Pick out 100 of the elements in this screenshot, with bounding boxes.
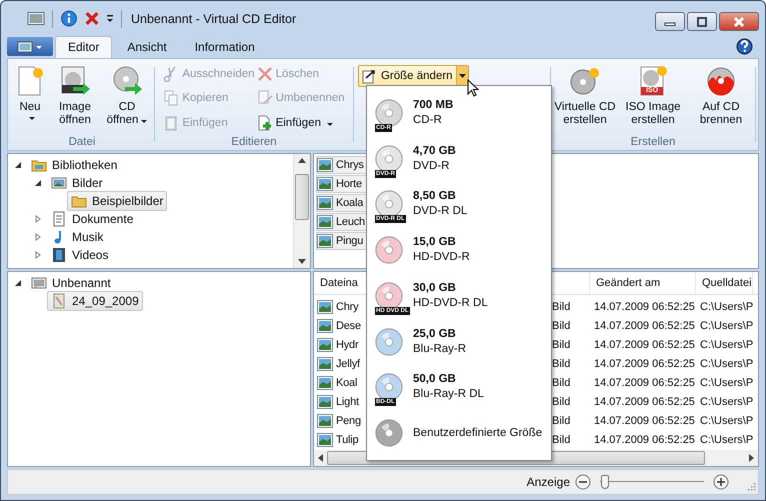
minimize-button[interactable] <box>655 12 685 31</box>
group-label: Editieren <box>231 136 277 148</box>
new-disc-icon <box>569 65 601 97</box>
menu-item[interactable]: 15,0 GB HD-DVD-R <box>367 227 551 273</box>
tree-item[interactable]: Bilder <box>47 173 107 193</box>
table-cell-text: Bild <box>552 414 572 426</box>
file-item[interactable]: Horte <box>316 175 367 193</box>
table-cell: Light <box>336 396 359 408</box>
expanded-arrow-icon[interactable] <box>14 161 22 169</box>
expanded-arrow-icon[interactable] <box>34 179 42 187</box>
table-cell-text: C:\Users\P <box>699 300 754 312</box>
table-cell-text: Bild <box>552 338 572 350</box>
open-image-icon <box>59 65 91 97</box>
burning-disc-icon <box>705 65 737 97</box>
zoom-in-icon[interactable] <box>713 474 729 490</box>
scroll-left-icon[interactable] <box>318 454 323 462</box>
delete-icon <box>256 66 273 82</box>
table-cell: Tulip <box>336 434 358 446</box>
table-cell: Dese <box>336 320 361 332</box>
table-cell: Jellyf <box>336 358 360 370</box>
scroll-up-icon[interactable] <box>298 158 306 163</box>
film-icon <box>51 247 67 263</box>
menu-item[interactable]: 25,0 GB Blu-Ray-R <box>367 318 551 364</box>
slider-thumb[interactable] <box>601 475 610 489</box>
delete-icon[interactable] <box>83 10 101 27</box>
ribbon-tab[interactable]: Editor <box>55 36 112 58</box>
image-file-icon <box>317 432 333 446</box>
group-label: Erstellen <box>630 136 676 148</box>
tree-item[interactable]: Musik <box>47 227 108 247</box>
app-icon <box>31 275 47 291</box>
ribbon-tab[interactable]: Information <box>182 36 268 58</box>
tree-item[interactable]: Videos <box>47 245 112 265</box>
table-cell-text: C:\Users\P <box>699 320 754 332</box>
copy-icon <box>163 90 180 106</box>
table-cell: Peng <box>336 414 361 426</box>
table-cell-text: C:\Users\P <box>699 396 754 408</box>
tree-item[interactable]: Unbenannt <box>27 273 115 293</box>
table-cell: Hydr <box>336 338 358 350</box>
tree-item[interactable]: Bibliotheken <box>27 155 122 175</box>
app-icon <box>17 40 43 52</box>
table-cell-text: 14.07.2009 06:52:25 <box>593 434 696 446</box>
table-cell-text: C:\Users\P <box>699 358 754 370</box>
table-cell-text: C:\Users\P <box>699 338 754 350</box>
table-cell-text: 14.07.2009 06:52:25 <box>593 414 696 426</box>
image-file-icon <box>317 318 333 332</box>
group-label: Datei <box>68 136 96 148</box>
ribbon-button[interactable]: Neu <box>13 63 47 120</box>
table-cell-text: Bild <box>552 396 572 408</box>
table-cell: Chry <box>336 300 358 312</box>
table-cell-text: C:\Users\P <box>699 414 754 426</box>
table-cell-text: C:\Users\P <box>699 434 754 446</box>
app-icon[interactable] <box>27 10 45 27</box>
image-file-icon <box>317 215 333 229</box>
file-item[interactable]: Pingu <box>316 232 368 250</box>
menu-item[interactable]: Benutzerdefinierte Größe <box>367 410 551 456</box>
collapsed-arrow-icon[interactable] <box>34 233 42 241</box>
caret-icon <box>458 74 466 78</box>
collapsed-arrow-icon[interactable] <box>34 215 42 223</box>
ribbon-tab[interactable]: Ansicht <box>114 36 180 58</box>
vertical-scrollbar[interactable] <box>293 154 310 268</box>
ribbon-button[interactable]: Virtuelle CD erstellen <box>553 63 617 127</box>
table-cell-text: 14.07.2009 06:52:25 <box>593 338 696 350</box>
image-file-icon <box>317 196 333 210</box>
collapsed-arrow-icon[interactable] <box>34 251 42 259</box>
maximize-button[interactable] <box>687 12 717 31</box>
ribbon-button[interactable]: Image öffnen <box>51 63 99 127</box>
scroll-down-icon[interactable] <box>298 259 306 264</box>
resize-grip-icon[interactable] <box>746 481 756 491</box>
info-icon[interactable] <box>60 10 78 27</box>
close-icon <box>732 16 746 28</box>
help-icon[interactable] <box>736 38 753 55</box>
expanded-arrow-icon[interactable] <box>14 279 22 287</box>
column-header[interactable]: Quelldatei <box>696 272 753 294</box>
maximize-icon <box>696 16 708 26</box>
table-cell-text: Bild <box>552 376 572 388</box>
zoom-out-icon[interactable] <box>575 474 591 490</box>
image-file-icon <box>317 234 333 248</box>
image-file-icon <box>317 158 333 172</box>
application-menu-button[interactable] <box>7 37 53 56</box>
dropdown-button[interactable] <box>456 66 468 86</box>
tree-item[interactable]: 24_09_2009 <box>47 291 143 311</box>
column-header[interactable]: Geändert am <box>590 272 696 294</box>
table-cell: Koal <box>336 376 358 388</box>
ribbon-button[interactable]: Auf CD brennen <box>689 63 753 127</box>
file-item[interactable]: Chrys <box>316 156 369 174</box>
zoom-slider[interactable] <box>600 474 704 490</box>
disc-folder-icon <box>51 293 67 309</box>
tree-item[interactable]: Beispielbilder <box>67 191 168 211</box>
file-item[interactable]: Koala <box>316 194 368 212</box>
ribbon-button[interactable]: CD öffnen <box>103 63 151 127</box>
clipboard-icon <box>163 114 180 131</box>
scroll-right-icon[interactable] <box>749 454 754 462</box>
image-file-icon <box>317 394 333 408</box>
close-button[interactable] <box>719 12 759 31</box>
image-file-icon <box>317 300 333 314</box>
tree-item[interactable]: Dokumente <box>47 209 138 229</box>
ribbon-button[interactable]: Einfügen <box>256 112 345 134</box>
customize-caret-icon[interactable] <box>106 14 114 24</box>
image-file-icon <box>317 177 333 191</box>
image-file-icon <box>317 376 333 390</box>
